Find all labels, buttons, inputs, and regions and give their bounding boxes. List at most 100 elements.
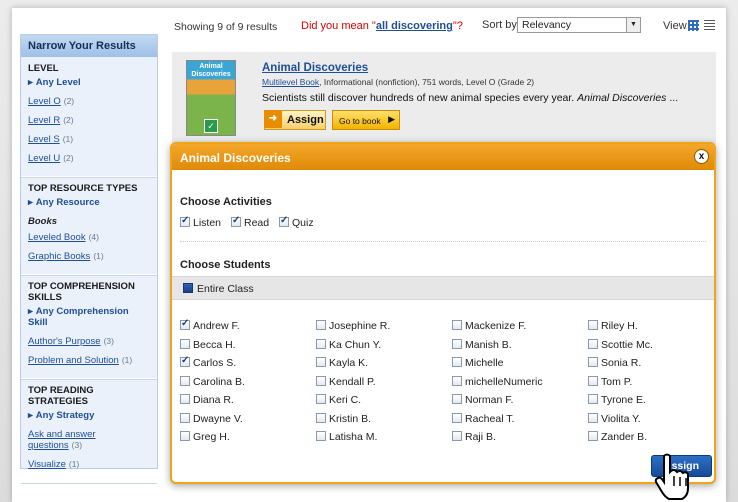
student-checkbox[interactable] bbox=[180, 375, 190, 386]
student-checkbox[interactable] bbox=[180, 318, 190, 330]
filter-link-label[interactable]: Visualize bbox=[28, 459, 66, 470]
filter-link[interactable]: Level O (2) bbox=[28, 96, 150, 107]
checkbox[interactable] bbox=[180, 215, 190, 227]
student-option[interactable]: Sonia R. bbox=[588, 357, 641, 369]
activity-label: Quiz bbox=[292, 217, 314, 229]
student-option[interactable]: Becca H. bbox=[180, 338, 236, 351]
filter-link[interactable]: Level R (2) bbox=[28, 115, 150, 126]
student-option[interactable]: Carolina B. bbox=[180, 375, 245, 388]
student-option[interactable]: Diana R. bbox=[180, 394, 234, 406]
student-checkbox[interactable] bbox=[316, 375, 326, 386]
filter-link-label[interactable]: Level O bbox=[28, 96, 61, 107]
student-option[interactable]: Dwayne V. bbox=[180, 412, 243, 425]
student-option[interactable]: Latisha M. bbox=[316, 431, 377, 443]
list-view-icon[interactable] bbox=[704, 20, 715, 31]
filter-link[interactable]: Ask and answer questions (3) bbox=[28, 429, 108, 451]
student-checkbox[interactable] bbox=[588, 375, 598, 386]
student-checkbox[interactable] bbox=[452, 320, 462, 330]
filter-link[interactable]: Level S (1) bbox=[28, 134, 150, 145]
student-option[interactable]: Josephine R. bbox=[316, 320, 390, 332]
book-cover[interactable]: Animal Discoveries ✓ bbox=[186, 60, 236, 136]
grid-view-icon[interactable] bbox=[688, 20, 699, 31]
student-checkbox[interactable] bbox=[452, 375, 462, 386]
student-checkbox[interactable] bbox=[452, 431, 462, 441]
student-checkbox[interactable] bbox=[316, 412, 326, 423]
student-option[interactable]: Scottie Mc. bbox=[588, 338, 653, 351]
student-option[interactable]: Zander B. bbox=[588, 431, 647, 443]
student-option[interactable]: Racheal T. bbox=[452, 412, 514, 425]
student-option[interactable]: Ka Chun Y. bbox=[316, 338, 381, 351]
filter-link[interactable]: Visualize (1) bbox=[28, 459, 150, 470]
did-you-mean-link[interactable]: all discovering bbox=[376, 20, 453, 32]
filter-any-skill[interactable]: Any Comprehension Skill bbox=[28, 306, 150, 328]
sort-select[interactable]: Relevancy ▼ bbox=[517, 17, 641, 33]
student-checkbox[interactable] bbox=[316, 431, 326, 441]
student-checkbox[interactable] bbox=[588, 394, 598, 404]
student-option[interactable]: michelleNumeric bbox=[452, 375, 543, 388]
filter-any-level[interactable]: Any Level bbox=[28, 77, 150, 88]
student-option[interactable]: Tom P. bbox=[588, 375, 632, 388]
assign-button[interactable]: ➜ Assign bbox=[264, 110, 326, 130]
student-option[interactable]: Andrew F. bbox=[180, 318, 240, 332]
filter-any-strategy[interactable]: Any Strategy bbox=[28, 410, 150, 421]
student-checkbox[interactable] bbox=[316, 338, 326, 349]
student-option[interactable]: Kendall P. bbox=[316, 375, 376, 388]
student-option[interactable]: Tyrone E. bbox=[588, 394, 646, 406]
student-checkbox[interactable] bbox=[180, 394, 190, 404]
filter-link-label[interactable]: Author's Purpose bbox=[28, 336, 101, 347]
student-checkbox[interactable] bbox=[452, 338, 462, 349]
student-checkbox[interactable] bbox=[316, 357, 326, 367]
student-option[interactable]: Kristin B. bbox=[316, 412, 371, 425]
entire-class-checkbox[interactable] bbox=[183, 283, 193, 293]
student-checkbox[interactable] bbox=[180, 338, 190, 349]
checkbox[interactable] bbox=[279, 215, 289, 227]
student-checkbox[interactable] bbox=[180, 355, 190, 367]
student-checkbox[interactable] bbox=[452, 394, 462, 404]
filter-link[interactable]: Level U (2) bbox=[28, 153, 150, 164]
filter-link[interactable]: Leveled Book (4) bbox=[28, 232, 150, 243]
chevron-down-icon[interactable]: ▼ bbox=[626, 18, 640, 32]
filter-link-label[interactable]: Level S bbox=[28, 134, 60, 145]
student-checkbox[interactable] bbox=[180, 431, 190, 441]
student-checkbox[interactable] bbox=[588, 338, 598, 349]
student-option[interactable]: Carlos S. bbox=[180, 355, 236, 369]
student-checkbox[interactable] bbox=[316, 394, 326, 404]
student-checkbox[interactable] bbox=[452, 357, 462, 367]
student-option[interactable]: Manish B. bbox=[452, 338, 512, 351]
activity-listen[interactable]: Listen bbox=[180, 215, 221, 229]
student-checkbox[interactable] bbox=[316, 320, 326, 330]
student-checkbox[interactable] bbox=[588, 357, 598, 367]
filter-link-label[interactable]: Graphic Books bbox=[28, 251, 90, 262]
filter-link[interactable]: Problem and Solution (1) bbox=[28, 355, 150, 366]
student-checkbox[interactable] bbox=[588, 431, 598, 441]
close-icon[interactable]: x bbox=[694, 149, 709, 164]
entire-class-option[interactable]: Entire Class bbox=[172, 276, 714, 300]
filter-link[interactable]: Author's Purpose (3) bbox=[28, 336, 150, 347]
student-option[interactable]: Violita Y. bbox=[588, 412, 641, 425]
student-option[interactable]: Keri C. bbox=[316, 394, 361, 406]
filter-any-resource[interactable]: Any Resource bbox=[28, 197, 150, 208]
activity-read[interactable]: Read bbox=[231, 215, 269, 229]
filter-link-label[interactable]: Ask and answer questions bbox=[28, 429, 96, 451]
student-option[interactable]: Riley H. bbox=[588, 320, 638, 332]
result-type-link[interactable]: Multilevel Book bbox=[262, 77, 319, 87]
student-option[interactable]: Kayla K. bbox=[316, 357, 368, 369]
activity-quiz[interactable]: Quiz bbox=[279, 215, 314, 229]
student-option[interactable]: Mackenize F. bbox=[452, 320, 526, 332]
checkbox[interactable] bbox=[231, 215, 241, 227]
student-option[interactable]: Raji B. bbox=[452, 431, 496, 443]
result-title[interactable]: Animal Discoveries bbox=[262, 62, 368, 74]
student-checkbox[interactable] bbox=[180, 412, 190, 423]
student-option[interactable]: Norman F. bbox=[452, 394, 513, 406]
student-checkbox[interactable] bbox=[452, 412, 462, 423]
student-option[interactable]: Michelle bbox=[452, 357, 504, 369]
student-checkbox[interactable] bbox=[588, 320, 598, 330]
student-option[interactable]: Greg H. bbox=[180, 431, 230, 443]
go-to-book-button[interactable]: Go to book ▶ bbox=[332, 110, 400, 130]
filter-link-label[interactable]: Leveled Book bbox=[28, 232, 86, 243]
filter-link-label[interactable]: Level R bbox=[28, 115, 60, 126]
student-checkbox[interactable] bbox=[588, 412, 598, 423]
filter-link-label[interactable]: Problem and Solution bbox=[28, 355, 119, 366]
filter-link-label[interactable]: Level U bbox=[28, 153, 60, 164]
filter-link[interactable]: Graphic Books (1) bbox=[28, 251, 150, 262]
